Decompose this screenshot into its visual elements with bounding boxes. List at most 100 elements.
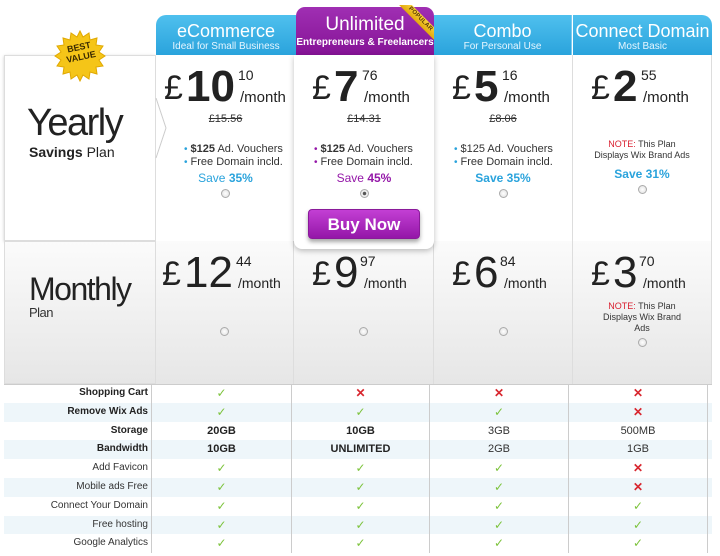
feature-item: • $125 Ad. Vouchers xyxy=(184,143,283,155)
feature-value: ✓ xyxy=(152,496,292,516)
yearly-price-ecommerce[interactable]: £ 10 10 /month £15.56 • $125 Ad. Vouchers… xyxy=(156,55,296,241)
price: £ 3 70 /month xyxy=(573,251,711,301)
plan-radio-selected[interactable] xyxy=(359,189,369,198)
price-int: 5 xyxy=(474,62,499,111)
feature-label: Remove Wix Ads xyxy=(4,402,152,422)
yearly-price-unlimited[interactable]: £ 7 76 /month £14.31 • $125 Ad. Vouchers … xyxy=(294,55,434,249)
plan-radio[interactable] xyxy=(498,327,508,336)
buy-now-button[interactable]: Buy Now xyxy=(308,209,420,239)
feature-value: ✓ xyxy=(152,384,292,403)
currency: £ xyxy=(591,69,610,107)
feature-value: ✕ xyxy=(569,459,708,478)
feature-value: ✓ xyxy=(152,477,292,497)
plan-name: Combo xyxy=(473,21,532,41)
feature-label: Storage xyxy=(4,421,152,441)
price-cents: 44 xyxy=(236,253,252,269)
check-icon: ✓ xyxy=(632,517,644,532)
price-int: 3 xyxy=(613,248,638,297)
check-icon: ✓ xyxy=(216,479,227,494)
monthly-title: Monthly xyxy=(29,271,132,307)
table-row: Bandwidth 10GB UNLIMITED 2GB 1GB xyxy=(4,440,712,460)
check-icon: ✓ xyxy=(355,536,366,551)
feature-item: • Free Domain incld. xyxy=(314,156,413,168)
yearly-subtitle-bold: Savings xyxy=(29,144,83,160)
feature-item: • Free Domain incld. xyxy=(454,156,553,168)
table-row: Shopping Cart ✓ ✕ ✕ ✕ xyxy=(4,384,712,403)
check-icon: ✓ xyxy=(493,461,505,476)
feature-value: 1GB xyxy=(569,440,708,460)
yearly-plan-label: Yearly Savings Plan xyxy=(4,55,156,241)
feature-list: • $125 Ad. Vouchers • Free Domain incld. xyxy=(156,143,295,169)
price-int: 7 xyxy=(334,62,359,111)
row-arrow-icon xyxy=(155,98,167,159)
feature-value: ✓ xyxy=(152,402,292,422)
monthly-plan-label: Monthly Plan xyxy=(4,241,156,384)
feature-value: 10GB xyxy=(152,440,292,460)
monthly-price-combo[interactable]: £ 6 84 /month xyxy=(434,241,573,384)
feature-value: 2GB xyxy=(430,440,569,460)
plan-radio[interactable] xyxy=(637,185,647,194)
cross-icon: ✕ xyxy=(632,404,644,419)
feature-value: ✓ xyxy=(292,459,430,478)
feature-value: ✓ xyxy=(152,534,292,554)
cross-icon: ✕ xyxy=(632,461,644,476)
feature-value: ✓ xyxy=(430,459,569,478)
feature-value: ✓ xyxy=(292,534,430,554)
feature-value: ✓ xyxy=(430,496,569,516)
feature-value: ✕ xyxy=(292,384,430,403)
check-icon: ✓ xyxy=(632,498,644,513)
price-cents: 70 xyxy=(639,253,655,269)
cross-icon: ✕ xyxy=(355,386,366,400)
feature-label: Free hosting xyxy=(4,515,152,535)
price: £ 6 84 /month xyxy=(434,251,572,301)
yearly-title: Yearly xyxy=(27,102,124,144)
feature-value: ✕ xyxy=(569,477,708,497)
feature-value: 3GB xyxy=(430,421,569,441)
monthly-price-connect-domain[interactable]: £ 3 70 /month NOTE: This Plan Displays W… xyxy=(573,241,712,384)
feature-value: ✓ xyxy=(430,402,569,422)
feature-comparison-table: Shopping Cart ✓ ✕ ✕ ✕ Remove Wix Ads ✓ ✓ ✓ ✕ Stora… xyxy=(4,384,712,554)
feature-value: ✕ xyxy=(569,384,708,403)
check-icon: ✓ xyxy=(216,536,227,551)
check-icon: ✓ xyxy=(355,479,366,494)
yearly-price-connect-domain[interactable]: £ 2 55 /month NOTE: This Plan Displays W… xyxy=(573,55,712,241)
check-icon: ✓ xyxy=(355,517,366,532)
feature-value: ✓ xyxy=(430,477,569,497)
feature-label: Google Analytics xyxy=(4,534,152,554)
plan-radio[interactable] xyxy=(637,338,647,347)
monthly-price-unlimited[interactable]: £ 9 97 /month xyxy=(294,241,434,384)
price: £ 10 10 /month xyxy=(156,65,295,115)
plan-radio[interactable] xyxy=(220,327,229,336)
feature-label: Mobile ads Free xyxy=(4,477,152,497)
plan-note: NOTE: This Plan Displays Wix Brand Ads xyxy=(602,301,682,333)
check-icon: ✓ xyxy=(632,536,644,551)
feature-value: ✓ xyxy=(569,496,708,516)
monthly-subtitle: Plan xyxy=(29,305,54,320)
price-int: 9 xyxy=(334,248,359,297)
yearly-price-combo[interactable]: £ 5 16 /month £8.06 • $125 Ad. Vouchers •… xyxy=(434,55,573,241)
plan-radio[interactable] xyxy=(221,189,230,198)
per-month: /month xyxy=(643,275,686,291)
plan-tagline: For Personal Use xyxy=(463,41,542,52)
per-month: /month xyxy=(364,89,410,106)
check-icon: ✓ xyxy=(216,386,227,400)
feature-label: Bandwidth xyxy=(4,440,152,460)
per-month: /month xyxy=(240,89,286,106)
plan-name: Connect Domain xyxy=(575,21,710,41)
plan-header-combo: Combo For Personal Use xyxy=(434,15,572,55)
table-row: Add Favicon ✓ ✓ ✓ ✕ xyxy=(4,459,712,478)
plan-header-connect-domain: Connect Domain Most Basic xyxy=(573,15,712,55)
currency: £ xyxy=(591,255,610,293)
price-int: 10 xyxy=(186,62,235,111)
check-icon: ✓ xyxy=(216,461,227,476)
feature-value: ✕ xyxy=(569,402,708,422)
plan-radio[interactable] xyxy=(498,189,508,198)
per-month: /month xyxy=(364,275,407,291)
price-cents: 55 xyxy=(641,67,657,83)
popular-ribbon: POPULAR xyxy=(394,5,436,47)
check-icon: ✓ xyxy=(493,404,505,419)
table-row: Google Analytics ✓ ✓ ✓ ✓ xyxy=(4,534,712,554)
plan-radio[interactable] xyxy=(359,327,368,336)
table-row: Free hosting ✓ ✓ ✓ ✓ xyxy=(4,515,712,535)
monthly-price-ecommerce[interactable]: £ 12 44 /month xyxy=(156,241,294,384)
